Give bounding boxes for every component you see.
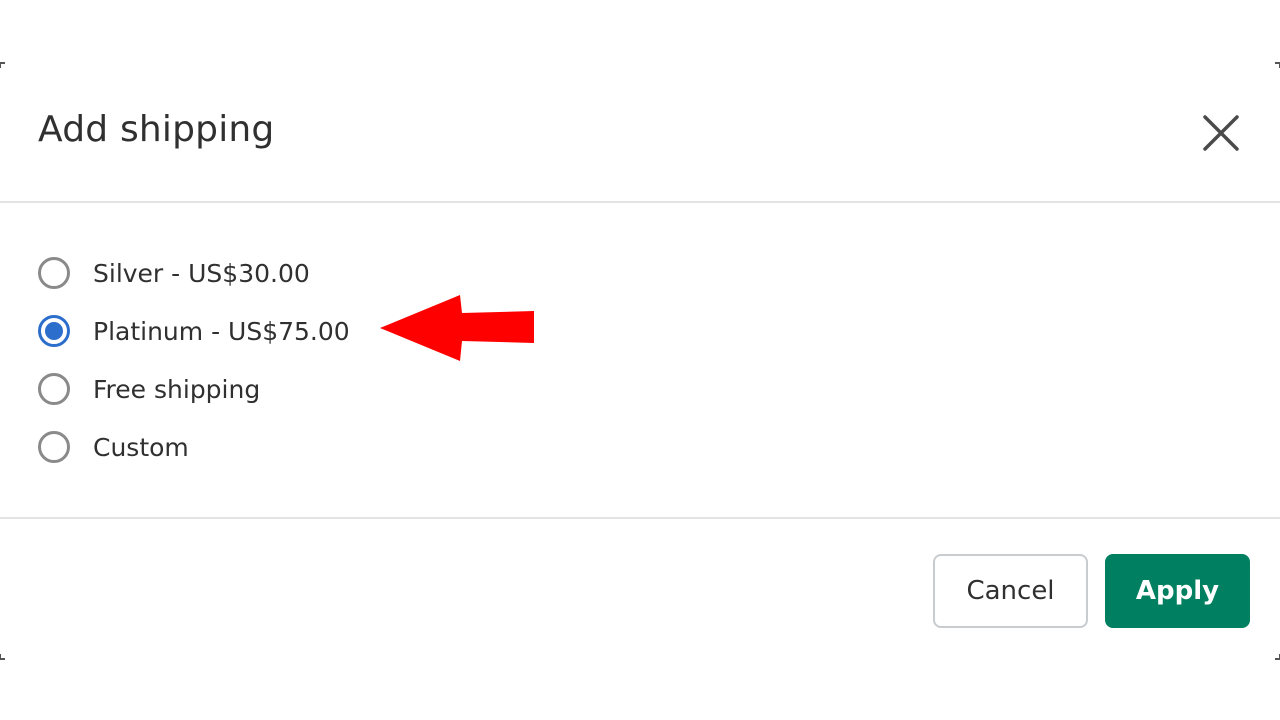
dialog-title: Add shipping <box>38 109 275 150</box>
shipping-option-free[interactable]: Free shipping <box>38 367 260 411</box>
option-label: Custom <box>93 432 189 462</box>
shipping-option-platinum[interactable]: Platinum - US$75.00 <box>38 309 350 353</box>
close-button[interactable] <box>1196 108 1246 158</box>
radio-button-selected[interactable] <box>38 315 70 347</box>
shipping-options-group: Silver - US$30.00 Platinum - US$75.00 Fr… <box>0 203 1280 519</box>
red-arrow-annotation-icon <box>380 295 534 361</box>
shipping-option-custom[interactable]: Custom <box>38 425 189 469</box>
close-icon <box>1203 115 1239 151</box>
option-label: Platinum - US$75.00 <box>93 316 350 346</box>
shipping-option-silver[interactable]: Silver - US$30.00 <box>38 251 310 295</box>
radio-button[interactable] <box>38 257 70 289</box>
apply-button[interactable]: Apply <box>1105 554 1250 628</box>
cancel-button[interactable]: Cancel <box>933 554 1088 628</box>
dialog-header: Add shipping <box>0 62 1280 203</box>
dialog-footer: Cancel Apply <box>0 519 1280 658</box>
option-label: Silver - US$30.00 <box>93 258 310 288</box>
radio-button[interactable] <box>38 373 70 405</box>
option-label: Free shipping <box>93 374 261 404</box>
radio-button[interactable] <box>38 431 70 463</box>
